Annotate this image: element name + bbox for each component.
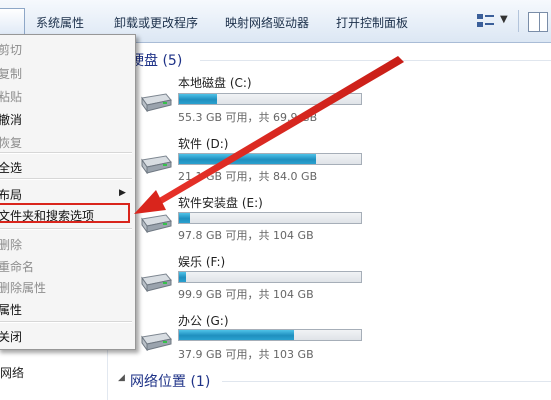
arrow-shaft bbox=[154, 56, 404, 206]
arrow-head bbox=[134, 190, 166, 214]
annotation-arrow bbox=[134, 56, 404, 214]
